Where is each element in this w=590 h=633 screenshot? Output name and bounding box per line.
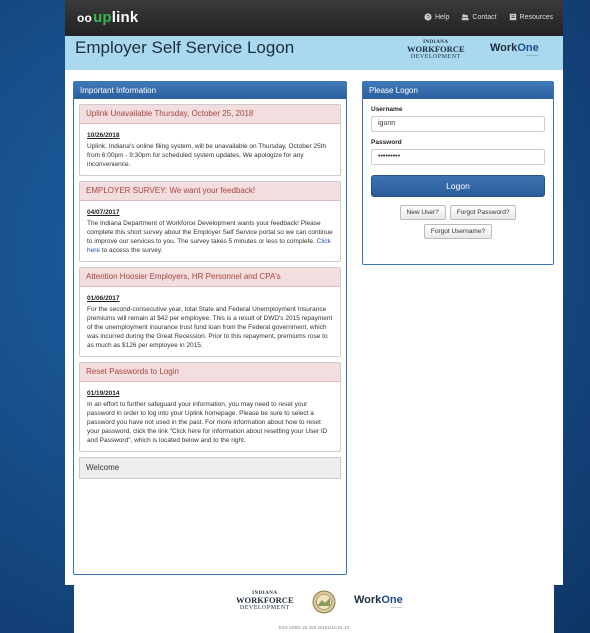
survey-text-end: to access the survey. <box>100 247 163 254</box>
workone-work: Work <box>490 42 518 54</box>
info-item-text: In an effort to further safeguard your i… <box>87 401 328 444</box>
dwd-sub: DEVELOPMENT <box>410 53 461 60</box>
workone-logo: WorkOne ~~~~~~ <box>490 42 539 58</box>
top-bar: oouplink ? Help Contact Resources <box>65 0 563 36</box>
forgot-password-button[interactable]: Forgot Password? <box>449 205 517 220</box>
logo-link-text: link <box>111 9 139 26</box>
footer-dwd-logo: INDIANA WORKFORCE DEVELOPMENT <box>236 591 294 611</box>
workone-one: One <box>517 42 539 54</box>
uplink-logo[interactable]: oouplink <box>77 9 138 26</box>
footer-dwd-main: WORKFORCE <box>236 595 294 605</box>
info-item-text: For the second-consecutive year, total S… <box>87 306 333 349</box>
contact-icon <box>462 14 470 21</box>
version-text: ESS UM01 26 266 20181110.01.10 <box>278 625 350 630</box>
welcome-section[interactable]: Welcome <box>79 457 341 479</box>
footer-workone-logo: WorkOne ~~~~~~ <box>354 594 403 610</box>
workone-swoosh-icon: ~~~~~~ <box>526 54 539 58</box>
new-user-button[interactable]: New User? <box>399 205 446 220</box>
info-item-title[interactable]: Reset Passwords to Login <box>80 363 340 382</box>
main-content: Important Information Uplink Unavailable… <box>65 70 563 585</box>
help-label: Help <box>435 13 450 21</box>
resources-link[interactable]: Resources <box>509 13 553 21</box>
dwd-logo: INDIANA WORKFORCE DEVELOPMENT <box>407 40 465 60</box>
login-heading: Please Logon <box>363 82 553 99</box>
info-item: Reset Passwords to Login 01/19/2014 In a… <box>79 362 341 452</box>
username-input[interactable]: igunn <box>371 116 545 132</box>
username-label: Username <box>371 106 403 113</box>
info-item-title[interactable]: Uplink Unavailable Thursday, October 25,… <box>80 105 340 124</box>
svg-text:?: ? <box>426 15 429 21</box>
login-panel: Please Logon Username igunn Password •••… <box>362 81 554 265</box>
info-item: Attention Hoosier Employers, HR Personne… <box>79 267 341 357</box>
resources-icon <box>509 13 516 21</box>
contact-label: Contact <box>472 13 497 21</box>
resources-label: Resources <box>519 13 553 21</box>
forgot-username-button[interactable]: Forgot Username? <box>423 224 493 239</box>
info-item-text: Uplink, Indiana's online filing system, … <box>87 143 327 168</box>
important-info-heading: Important Information <box>74 82 346 99</box>
logo-mark: oo <box>77 11 93 25</box>
help-link[interactable]: ? Help <box>424 13 449 21</box>
page-header: Employer Self Service Logon INDIANA WORK… <box>65 36 563 71</box>
footer-workone-one: One <box>381 594 403 606</box>
info-item: Uplink Unavailable Thursday, October 25,… <box>79 104 341 176</box>
info-item-date: 04/07/2017 <box>87 209 120 216</box>
info-item-date: 01/06/2017 <box>87 295 120 302</box>
footer-workone-swoosh-icon: ~~~~~~ <box>390 606 403 610</box>
survey-text: The Indiana Department of Workforce Deve… <box>87 220 333 245</box>
password-input[interactable]: ••••••••• <box>371 149 545 165</box>
info-item-title[interactable]: Attention Hoosier Employers, HR Personne… <box>80 268 340 287</box>
info-item-title[interactable]: EMPLOYER SURVEY: We want your feedback! <box>80 182 340 201</box>
footer-workone-work: Work <box>354 594 382 606</box>
help-icon: ? <box>424 13 432 21</box>
page-footer: INDIANA WORKFORCE DEVELOPMENT WorkOne ~~… <box>74 584 554 633</box>
state-seal-icon <box>312 590 336 614</box>
info-item-date: 01/19/2014 <box>87 390 120 397</box>
info-item-date: 10/26/2018 <box>87 132 120 139</box>
dwd-main: WORKFORCE <box>407 44 465 54</box>
page-title: Employer Self Service Logon <box>75 38 295 57</box>
contact-link[interactable]: Contact <box>461 13 497 21</box>
info-item-text: The Indiana Department of Workforce Deve… <box>87 219 333 255</box>
logo-up: up <box>93 9 112 26</box>
important-info-panel: Important Information Uplink Unavailable… <box>73 81 347 575</box>
password-label: Password <box>371 139 402 146</box>
top-links: ? Help Contact Resources <box>424 13 553 21</box>
info-item: EMPLOYER SURVEY: We want your feedback! … <box>79 181 341 262</box>
logon-button[interactable]: Logon <box>371 175 545 197</box>
footer-dwd-sub: DEVELOPMENT <box>239 604 290 611</box>
